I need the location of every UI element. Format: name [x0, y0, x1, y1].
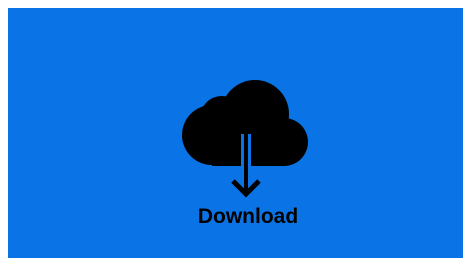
download-label: Download — [197, 205, 299, 228]
download-button[interactable]: Download — [8, 8, 463, 258]
cloud-download-icon — [182, 80, 308, 198]
page-frame: Download — [0, 0, 466, 267]
